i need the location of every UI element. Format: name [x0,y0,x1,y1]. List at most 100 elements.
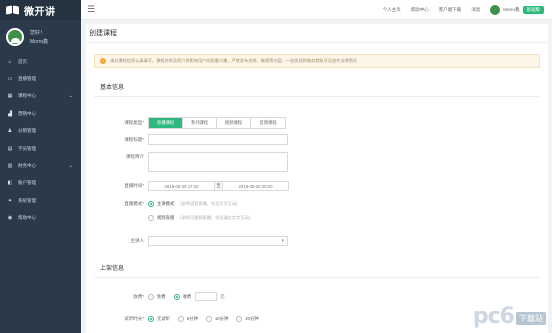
radio-unchecked[interactable] [177,316,184,322]
sidebar-item-students[interactable]: ▤ 学员管理 [0,140,81,157]
main-content: 创建课程 ! 请对课程信息认真填写，课程名称及简介将影响用户的观看兴趣，严禁发布… [86,24,548,333]
sidebar-item-label: 课程中心 [18,93,36,99]
mode-option-label: 视频直播 [157,215,175,220]
mode-option-hint: (讲师语音直播，学员文字互动) [180,201,238,206]
course-type-selector: 直播课程 系列课程 视频课程 音频课程 [148,117,286,129]
watermark-subtext: 下载站 [516,312,546,325]
sidebar-item-help[interactable]: ◉ 帮助中心 [0,210,81,227]
pay-option-paid[interactable]: 收费 [173,293,192,300]
lecturer-select[interactable] [148,236,288,246]
radio-unchecked[interactable] [148,215,154,221]
type-option-video[interactable]: 视频课程 [217,118,251,128]
pay-option-label: 收费 [182,293,192,299]
sidebar-item-system[interactable]: ✦ 系统管理 [0,192,81,209]
sidebar-item-label: 帮助中心 [18,215,36,221]
mode-option-video[interactable]: 视频直播 (讲师可视频直播，学员通过文字互动) [148,215,250,221]
logo[interactable]: 微开讲 [0,0,81,20]
book-logo-icon [6,5,20,15]
live-time-label: 直播时间* [124,183,144,188]
course-intro-row: 课程简介 [86,152,288,172]
divider [94,96,540,97]
radio-unchecked[interactable] [205,316,212,322]
trial-option-label: 无试听 [157,316,170,321]
type-option-audio[interactable]: 音频课程 [251,118,285,128]
live-time-row: 直播时间* 2018-05-20 17:20 至 2018-05-20 20:2… [86,181,289,191]
top-user-menu[interactable]: Morro鑫 基础版 [490,4,544,15]
trial-option-10min[interactable]: 10分钟 [205,316,229,322]
sidebar-item-live[interactable]: ▭ 直播管理 [0,70,81,87]
sidebar-item-label: 首页 [18,58,27,64]
course-intro-label: 课程简介 [126,154,144,159]
users-icon: ♟ [7,128,13,135]
top-links: 个人主页 帮助中心 客户端下载 消息 Morro鑫 基础版 [383,4,552,15]
type-option-series[interactable]: 系列课程 [183,118,217,128]
sidebar-item-distribution[interactable]: ♟ 分销管理 [0,123,81,140]
sidebar-item-home[interactable]: ⌂ 首页 [0,53,81,70]
user-profile[interactable]: 您好！ Morro鑫 [0,20,81,53]
radio-checked[interactable] [148,316,154,322]
chart-icon: ▟ [8,110,12,117]
top-link-homepage[interactable]: 个人主页 [383,7,401,13]
sidebar-item-finance[interactable]: ▥ 财务中心 ⌄ [0,157,81,174]
live-mode-row-2: 视频直播 (讲师可视频直播，学员通过文字互动) [86,215,258,221]
sidebar-item-label: 分销管理 [18,128,36,134]
home-icon: ⌂ [8,58,12,65]
basic-section-header: 基本信息 [86,82,548,97]
price-input[interactable] [195,292,218,301]
sidebar-item-marketing[interactable]: ▟ 营销中心 [0,105,81,122]
sidebar-item-label: 直播管理 [18,76,36,82]
watermark: pc6 下载站 [473,304,546,329]
price-unit: 元 [220,293,225,299]
pay-row: 收费* 免费 收费 元 [86,292,224,301]
listing-section-header: 上架信息 [86,263,548,278]
avatar [490,4,501,15]
menu-toggle-icon[interactable]: ☰ [87,4,95,15]
live-mode-row-1: 直播模式* 主讲模式 (讲师语音直播，学员文字互动) [86,201,245,207]
page-title: 创建课程 [86,24,548,43]
mode-option-hint: (讲师可视频直播，学员通过文字互动) [180,215,250,220]
radio-checked[interactable] [148,201,154,207]
mode-option-label: 主讲模式 [157,201,175,206]
sidebar-item-label: 营销中心 [18,110,36,116]
top-link-messages[interactable]: 消息 [471,7,480,13]
time-separator: 至 [215,181,222,191]
divider [94,277,540,278]
lecturer-row: 主讲人 [86,236,288,246]
pay-option-free[interactable]: 免费 [148,293,166,300]
course-title-input[interactable] [148,134,288,145]
trial-option-20min[interactable]: 20分钟 [236,316,259,322]
notice-text: 请对课程信息认真填写，课程名称及简介将影响用户的观看兴趣，严禁发布违规、敏感等内… [110,58,358,63]
radio-checked[interactable] [173,293,180,300]
notice-alert: ! 请对课程信息认真填写，课程名称及简介将影响用户的观看兴趣，严禁发布违规、敏感… [94,54,540,68]
start-time-input[interactable]: 2018-05-20 17:20 [148,181,215,191]
watermark-text: pc6 [472,304,515,329]
help-icon: ◉ [7,215,13,222]
radio-unchecked[interactable] [236,316,243,322]
radio-unchecked[interactable] [148,293,154,300]
section-title-listing: 上架信息 [100,266,125,272]
trial-option-label: 10分钟 [214,316,229,321]
sidebar-item-label: 学员管理 [18,145,36,151]
trial-option-5min[interactable]: 5分钟 [177,316,198,322]
sidebar-item-account[interactable]: ◧ 账户管理 [0,175,81,192]
trial-option-label: 20分钟 [245,316,259,321]
avatar[interactable] [6,27,24,46]
course-type-label: 课程类型* [124,120,144,125]
top-user-name: Morro鑫 [503,6,520,12]
type-option-live[interactable]: 直播课程 [149,118,183,128]
sidebar-nav: ⌂ 首页 ▭ 直播管理 ▦ 课程中心 ⌄ ▟ 营销中心 ♟ 分销管理 ▤ 学员管… [0,53,81,227]
sidebar-item-courses[interactable]: ▦ 课程中心 ⌄ [0,88,81,105]
mode-option-lecture[interactable]: 主讲模式 (讲师语音直播，学员文字互动) [148,201,237,207]
end-time-input[interactable]: 2018-05-20 20:20 [222,181,289,191]
course-title-row: 课程标题* [86,134,288,145]
logo-text: 微开讲 [24,6,56,18]
top-link-help[interactable]: 帮助中心 [411,7,429,13]
trial-option-label: 5分钟 [186,316,198,321]
course-intro-textarea[interactable] [148,152,288,172]
topbar: ☰ 个人主页 帮助中心 客户端下载 消息 Morro鑫 基础版 [81,0,552,20]
trial-option-none[interactable]: 无试听 [148,316,170,322]
top-link-download[interactable]: 客户端下载 [439,7,462,13]
lecturer-label: 主讲人 [130,238,145,243]
pay-option-label: 免费 [157,293,166,299]
settings-icon: ✦ [7,197,13,204]
